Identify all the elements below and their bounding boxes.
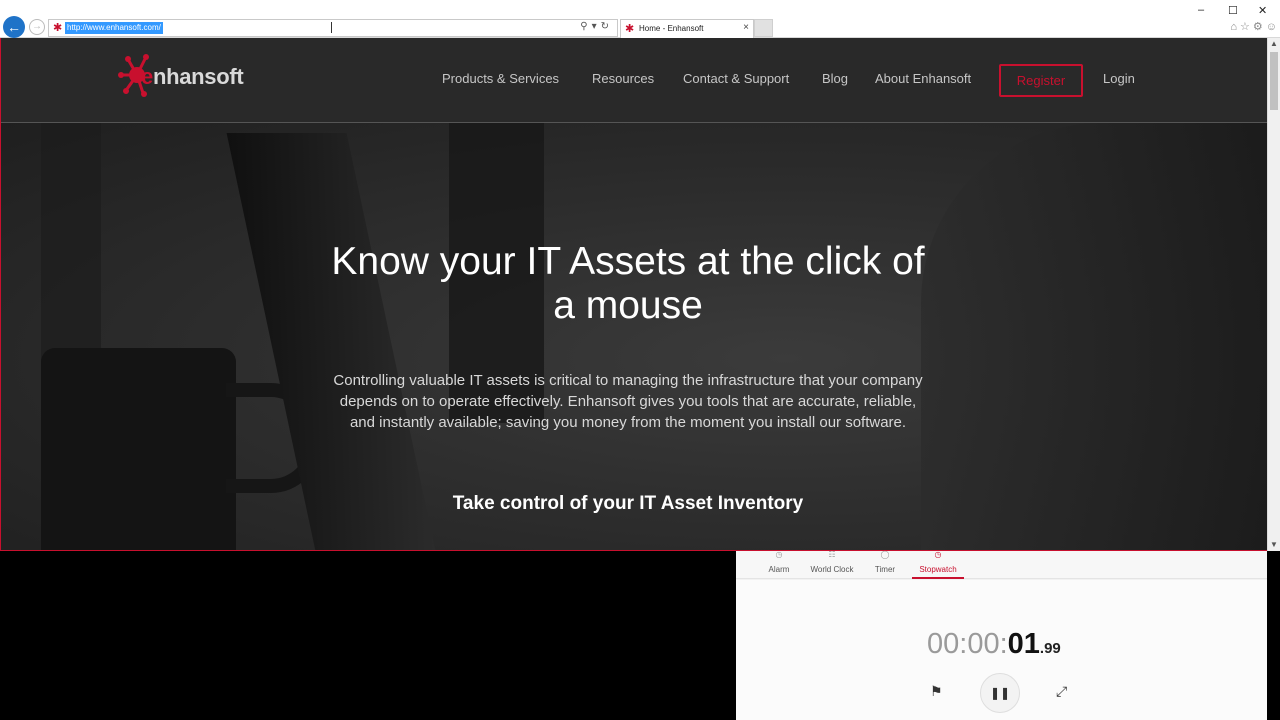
tab-world-clock[interactable]: ☷ World Clock (808, 551, 856, 579)
flag-icon[interactable]: ⚑ (930, 683, 943, 700)
alarm-icon: ◷ (775, 550, 783, 559)
site-favicon-icon: ✱ (53, 22, 63, 34)
new-tab-button[interactable] (754, 19, 773, 37)
time-hours-minutes: 00:00: (927, 628, 1008, 660)
hero-body: Controlling valuable IT assets is critic… (333, 372, 923, 431)
minimize-icon[interactable]: – (1198, 4, 1204, 16)
maximize-icon[interactable]: ☐ (1228, 4, 1238, 17)
register-button[interactable]: Register (999, 64, 1083, 97)
site-header: enhansoft Products & Services Resources … (1, 38, 1267, 123)
back-arrow-icon[interactable]: ← (3, 16, 25, 38)
hero-photo-mug (41, 348, 236, 550)
close-window-icon[interactable]: ✕ (1258, 4, 1267, 17)
tab-close-icon[interactable]: × (743, 22, 749, 33)
stopwatch-time: 00:00:01.99 (927, 628, 1061, 661)
page-scrollbar[interactable]: ▲ ▼ (1267, 38, 1280, 551)
nav-about[interactable]: About Enhansoft (875, 71, 971, 86)
time-seconds: 01 (1007, 628, 1040, 660)
clock-app-window: ◷ Alarm ☷ World Clock ◯ Timer ◷ Stopwatc… (736, 551, 1267, 720)
tab-alarm[interactable]: ◷ Alarm (764, 551, 794, 579)
timer-icon: ◯ (880, 550, 890, 559)
nav-contact-support[interactable]: Contact & Support (683, 71, 789, 86)
nav-resources[interactable]: Resources (592, 71, 654, 86)
scroll-thumb[interactable] (1270, 52, 1278, 110)
browser-tab[interactable]: ✱ Home - Enhansoft × (620, 19, 754, 38)
url-text[interactable]: http://www.enhansoft.com/ (65, 22, 163, 34)
scroll-down-icon[interactable]: ▼ (1268, 539, 1280, 551)
address-tools[interactable]: ⚲▾↻ (580, 21, 613, 32)
web-page: enhansoft Products & Services Resources … (0, 38, 1267, 551)
nav-products-services[interactable]: Products & Services (442, 71, 559, 86)
tab-favicon-icon: ✱ (625, 23, 635, 35)
tab-title: Home - Enhansoft (639, 24, 704, 33)
enhansoft-logo[interactable]: enhansoft (117, 53, 267, 97)
hero-headline: Know your IT Assets at the click of a mo… (331, 240, 925, 327)
scroll-up-icon[interactable]: ▲ (1268, 38, 1280, 50)
expand-icon[interactable]: ⤢ (1056, 683, 1067, 700)
text-cursor (331, 22, 332, 33)
stopwatch-icon: ◷ (934, 550, 942, 559)
clock-tabs: ◷ Alarm ☷ World Clock ◯ Timer ◷ Stopwatc… (736, 551, 1267, 579)
hero-photo-person (921, 123, 1267, 550)
address-bar[interactable]: ✱ http://www.enhansoft.com/ ⚲▾↻ (48, 19, 618, 37)
forward-arrow-icon[interactable]: → (29, 19, 45, 35)
hero-cta[interactable]: Take control of your IT Asset Inventory (328, 493, 928, 515)
nav-blog[interactable]: Blog (822, 71, 848, 86)
logo-text: enhansoft (141, 64, 244, 89)
world-clock-icon: ☷ (828, 550, 836, 559)
time-fraction: .99 (1039, 640, 1061, 657)
hero-banner: Know your IT Assets at the click of a mo… (1, 123, 1267, 550)
browser-chrome: ← → ✱ http://www.enhansoft.com/ ⚲▾↻ ✱ Ho… (0, 0, 1280, 38)
tab-stopwatch[interactable]: ◷ Stopwatch (912, 551, 964, 579)
stopwatch-panel: 00:00:01.99 ⚑ ❚❚ ⤢ (736, 580, 1267, 720)
pause-icon[interactable]: ❚❚ (980, 673, 1020, 713)
tab-timer[interactable]: ◯ Timer (872, 551, 898, 579)
toolbar-icons[interactable]: ⌂☆⚙☺ (1230, 20, 1280, 33)
login-link[interactable]: Login (1103, 71, 1135, 86)
